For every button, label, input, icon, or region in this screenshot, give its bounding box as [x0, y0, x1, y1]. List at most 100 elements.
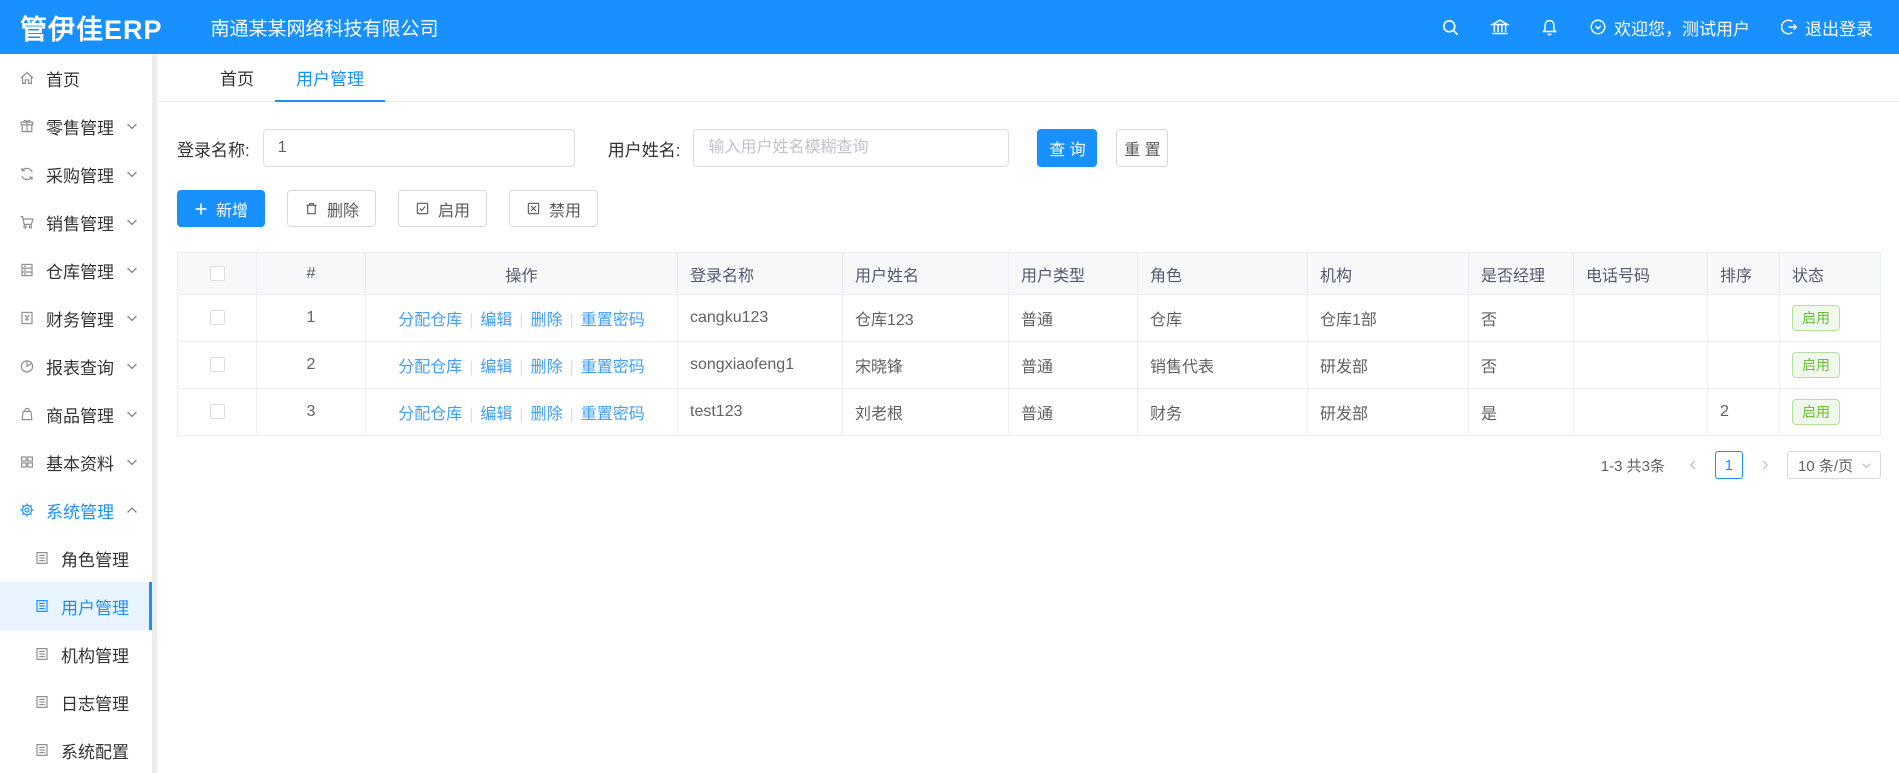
sidebar-item-sales[interactable]: 销售管理	[0, 198, 152, 246]
sidebar-item-label: 销售管理	[46, 214, 114, 234]
edit-link[interactable]: 编辑	[480, 406, 512, 423]
sidebar-item-label: 系统管理	[46, 502, 114, 522]
reset-password-link[interactable]: 重置密码	[581, 359, 645, 376]
cell-name: 仓库123	[842, 294, 1009, 342]
sidebar-item-finance[interactable]: 财务管理	[0, 294, 152, 342]
row-checkbox[interactable]	[209, 310, 225, 326]
check-square-icon	[415, 201, 430, 216]
link-separator: |	[469, 359, 474, 376]
warehouse-icon	[19, 262, 35, 278]
assign-warehouse-link[interactable]: 分配仓库	[398, 359, 462, 376]
query-button[interactable]: 查 询	[1037, 129, 1098, 167]
row-index: 1	[256, 294, 366, 342]
row-checkbox[interactable]	[209, 404, 225, 420]
logout-text: 退出登录	[1805, 19, 1873, 39]
enable-button[interactable]: 启用	[398, 190, 488, 227]
column-header: #	[256, 252, 366, 295]
sidebar-item-report[interactable]: 报表查询	[0, 342, 152, 390]
sidebar-subitem-log[interactable]: 日志管理	[0, 678, 152, 726]
table-header-row: # 操作 登录名称 用户姓名 用户类型 角色 机构 是否经理 电话号码 排序 状态	[177, 252, 1881, 295]
chevron-down-icon	[124, 262, 140, 278]
column-header: 是否经理	[1468, 252, 1574, 295]
edit-link[interactable]: 编辑	[480, 312, 512, 329]
sidebar-item-warehouse[interactable]: 仓库管理	[0, 246, 152, 294]
sidebar-item-label: 报表查询	[46, 358, 114, 378]
select-all-checkbox[interactable]	[209, 265, 225, 281]
pagination-total: 1-3 共3条	[1600, 457, 1665, 475]
user-table: # 操作 登录名称 用户姓名 用户类型 角色 机构 是否经理 电话号码 排序 状态 1 分配仓库 | 编辑…	[177, 252, 1881, 436]
link-separator: |	[569, 359, 574, 376]
chevron-down-icon	[124, 454, 140, 470]
page-size-select[interactable]: 10 条/页	[1786, 451, 1881, 479]
search-form: 登录名称: 用户姓名: 查 询 重 置	[177, 129, 1881, 167]
sidebar-subitem-config[interactable]: 系统配置	[0, 726, 152, 773]
bank-icon[interactable]	[1490, 17, 1510, 37]
logout-button[interactable]: 退出登录	[1780, 15, 1873, 40]
prev-page-button[interactable]	[1681, 451, 1705, 479]
cell-phone	[1573, 294, 1708, 342]
status-badge: 启用	[1792, 351, 1840, 379]
sidebar-item-retail[interactable]: 零售管理	[0, 102, 152, 150]
sidebar-subitem-org[interactable]: 机构管理	[0, 630, 152, 678]
user-menu[interactable]: 欢迎您，测试用户	[1589, 15, 1750, 40]
assign-warehouse-link[interactable]: 分配仓库	[398, 312, 462, 329]
status-badge: 启用	[1792, 304, 1840, 332]
reset-password-link[interactable]: 重置密码	[581, 406, 645, 423]
chevron-down-icon	[124, 118, 140, 134]
link-separator: |	[469, 406, 474, 423]
tab-home[interactable]: 首页	[199, 54, 275, 101]
reset-button[interactable]: 重 置	[1116, 129, 1169, 167]
cell-manager: 否	[1468, 341, 1574, 389]
gear-icon	[19, 502, 35, 518]
reset-password-link[interactable]: 重置密码	[581, 312, 645, 329]
link-separator: |	[519, 312, 524, 329]
sidebar-item-goods[interactable]: 商品管理	[0, 390, 152, 438]
add-button[interactable]: 新增	[177, 190, 266, 227]
edit-link[interactable]: 编辑	[480, 359, 512, 376]
search-icon[interactable]	[1441, 18, 1460, 37]
row-actions: 分配仓库 | 编辑 | 删除 | 重置密码	[365, 294, 678, 342]
app-logo: 管伊佳ERP	[20, 14, 163, 45]
delete-button-label: 删除	[327, 202, 360, 220]
doc-icon	[34, 646, 50, 662]
next-page-button[interactable]	[1753, 451, 1777, 479]
cell-phone	[1573, 388, 1708, 436]
header-actions: 欢迎您，测试用户 退出登录	[1441, 15, 1899, 40]
row-index: 3	[256, 388, 366, 436]
cell-phone	[1573, 341, 1708, 389]
cell-role: 销售代表	[1137, 341, 1308, 389]
sidebar-item-basic[interactable]: 基本资料	[0, 438, 152, 486]
bell-icon[interactable]	[1540, 18, 1559, 37]
table-row: 2 分配仓库 | 编辑 | 删除 | 重置密码 songxiaofeng1 宋晓锋 普通 销售代表 研发…	[177, 341, 1881, 389]
user-name-input[interactable]	[693, 129, 1010, 167]
tab-user-management[interactable]: 用户管理	[275, 54, 385, 102]
login-name-label: 登录名称:	[177, 140, 250, 160]
welcome-text: 欢迎您，测试用户	[1614, 19, 1750, 39]
sidebar-subitem-label: 系统配置	[61, 742, 129, 762]
delete-button[interactable]: 删除	[287, 190, 377, 227]
plus-icon	[194, 202, 208, 216]
sidebar-subitem-user[interactable]: 用户管理	[0, 582, 152, 630]
sidebar-subitem-role[interactable]: 角色管理	[0, 534, 152, 582]
doc-icon	[34, 694, 50, 710]
page-number-button[interactable]: 1	[1714, 451, 1743, 479]
sidebar-item-system[interactable]: 系统管理	[0, 486, 152, 534]
sidebar-item-purchase[interactable]: 采购管理	[0, 150, 152, 198]
cell-sort	[1707, 341, 1780, 389]
delete-link[interactable]: 删除	[531, 312, 563, 329]
sidebar-item-home[interactable]: 首页	[0, 54, 152, 102]
cell-sort	[1707, 294, 1780, 342]
content-area: 登录名称: 用户姓名: 查 询 重 置 新增	[157, 102, 1899, 773]
delete-link[interactable]: 删除	[531, 359, 563, 376]
link-separator: |	[519, 406, 524, 423]
delete-link[interactable]: 删除	[531, 406, 563, 423]
cell-status: 启用	[1779, 294, 1881, 342]
row-checkbox[interactable]	[209, 357, 225, 373]
login-name-input[interactable]	[262, 129, 575, 167]
grid-icon	[19, 454, 35, 470]
column-header: 登录名称	[677, 252, 843, 295]
assign-warehouse-link[interactable]: 分配仓库	[398, 406, 462, 423]
disable-button-label: 禁用	[549, 202, 582, 220]
disable-button[interactable]: 禁用	[509, 190, 599, 227]
link-separator: |	[569, 312, 574, 329]
